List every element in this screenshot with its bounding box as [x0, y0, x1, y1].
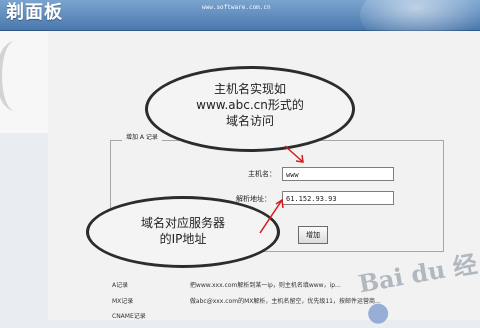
info-row-name: MX记录	[112, 298, 134, 305]
paw-icon	[366, 301, 390, 325]
info-row-name: A记录	[112, 282, 129, 289]
info-row-desc: 把www.xxx.com解析到某一ip，则主机名填www，ip...	[189, 282, 341, 289]
arrow-host-line	[284, 145, 304, 163]
info-row-desc: 做abc@xxx.com的MX解析，主机名留空，优先级11，按邮件运营商...	[189, 298, 381, 305]
arrow-ip-line	[259, 199, 283, 234]
info-row-name: CNAME记录	[112, 313, 146, 320]
